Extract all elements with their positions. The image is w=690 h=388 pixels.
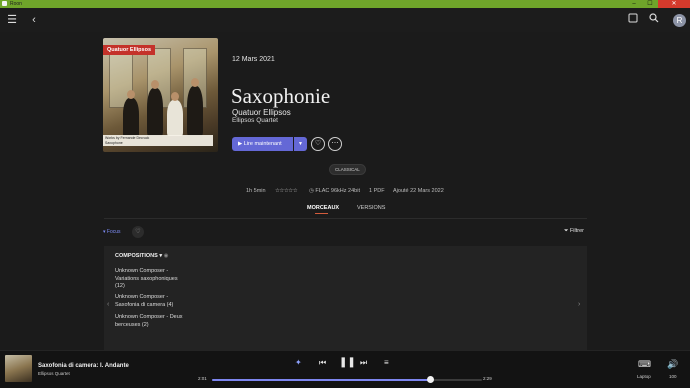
app-toolbar [0,8,690,32]
seek-bar-progress [212,379,431,381]
now-playing-title[interactable]: Saxofonia di camera: I. Andante [38,363,129,369]
window-titlebar [0,0,690,8]
total-time: 2:29 [483,376,492,381]
signal-path-icon: ◷ [309,188,314,194]
tab-active-indicator [315,213,328,214]
filter-label: Filtrer [569,228,584,234]
compositions-label: COMPOSITIONS [115,253,158,259]
cover-caption: Works by Fernande Decruck Saxophone [103,135,213,146]
pdf-count[interactable]: 1 PDF [369,188,385,194]
app-icon [2,1,7,6]
scroll-left-icon[interactable]: ‹ [107,301,109,308]
album-cover[interactable]: Quatuor Ellipsos Works by Fernande Decru… [103,38,218,152]
pause-icon[interactable]: ❚❚ [339,357,356,368]
section-divider [104,218,587,219]
queue-icon[interactable] [626,13,640,27]
album-artist-secondary[interactable]: Ellipsos Quartet [232,117,278,124]
focus-favorites-button[interactable]: ♡ [132,226,144,238]
filter-button[interactable]: ⏷ Filtrer [564,228,584,235]
favorite-button[interactable]: ♡ [311,137,325,151]
filter-icon: ⏷ [564,228,569,234]
window-title: Roon [10,1,22,7]
album-artist[interactable]: Quatuor Ellipsos [232,108,291,117]
avatar[interactable]: R [673,14,686,27]
back-arrow-icon[interactable]: ‹ [27,13,41,27]
previous-track-icon[interactable]: ⏮ [319,358,326,368]
tab-tracks[interactable]: MORCEAUX [307,205,339,211]
queue-list-icon[interactable]: ≡ [384,358,389,367]
chevron-down-icon: ▾ [159,253,163,259]
album-title: Saxophonie [231,84,331,108]
zone-icon[interactable]: ⌨ [638,359,651,370]
now-playing-bar [0,350,690,388]
scroll-right-icon[interactable]: › [578,301,580,308]
focus-button[interactable]: ▾ Focus [103,229,121,235]
heart-icon: ♡ [135,229,141,235]
album-duration: 1h 5min [246,188,266,194]
eye-icon: ◉ [163,253,169,259]
zone-name[interactable]: Laptop [637,374,651,379]
elapsed-time: 2:01 [198,376,207,381]
minimize-button[interactable]: – [626,0,642,8]
more-options-button[interactable]: ⋯ [328,137,342,151]
composition-item[interactable]: Unknown Composer - Saxofonia di camera (… [115,294,195,309]
play-now-label: Lire maintenant [243,141,282,147]
radio-icon[interactable]: ✦ [295,358,302,367]
chevron-down-icon: ▾ [103,229,106,235]
play-icon: ▶ [238,141,243,147]
focus-label: Focus [106,229,121,235]
date-added: Ajouté 22 Mars 2022 [393,188,444,194]
format-info[interactable]: ◷ FLAC 96kHz 24bit [309,188,360,194]
close-button[interactable]: ✕ [658,0,690,8]
composition-item[interactable]: Unknown Composer - Deux berceuses (2) [115,314,195,329]
volume-icon[interactable]: 🔊 [667,359,678,370]
play-options-button[interactable]: ▼ [294,137,307,151]
composition-item[interactable]: Unknown Composer - Variations saxophoniq… [115,268,195,291]
heart-icon: ♡ [314,140,322,147]
chevron-down-icon: ▼ [298,141,303,147]
cover-artist-tag: Quatuor Ellipsos [103,45,156,55]
play-now-button[interactable]: ▶ Lire maintenant [232,137,293,151]
rating-stars[interactable]: ☆☆☆☆☆ [275,188,298,194]
now-playing-cover[interactable] [5,355,32,382]
compositions-header[interactable]: COMPOSITIONS ▾ ◉ [115,253,168,259]
format-label: FLAC 96kHz 24bit [315,188,360,194]
genre-badge[interactable]: CLASSICAL [329,164,366,175]
volume-level[interactable]: 100 [669,374,677,379]
release-date: 12 Mars 2021 [232,56,275,63]
tab-versions[interactable]: VERSIONS [357,205,385,211]
maximize-button[interactable]: ☐ [642,0,658,8]
more-icon: ⋯ [331,140,339,147]
next-track-icon[interactable]: ⏭ [360,358,367,368]
now-playing-artist[interactable]: Ellipsos Quartet [38,371,70,376]
search-icon[interactable] [647,13,661,27]
menu-icon[interactable]: ☰ [5,13,19,27]
